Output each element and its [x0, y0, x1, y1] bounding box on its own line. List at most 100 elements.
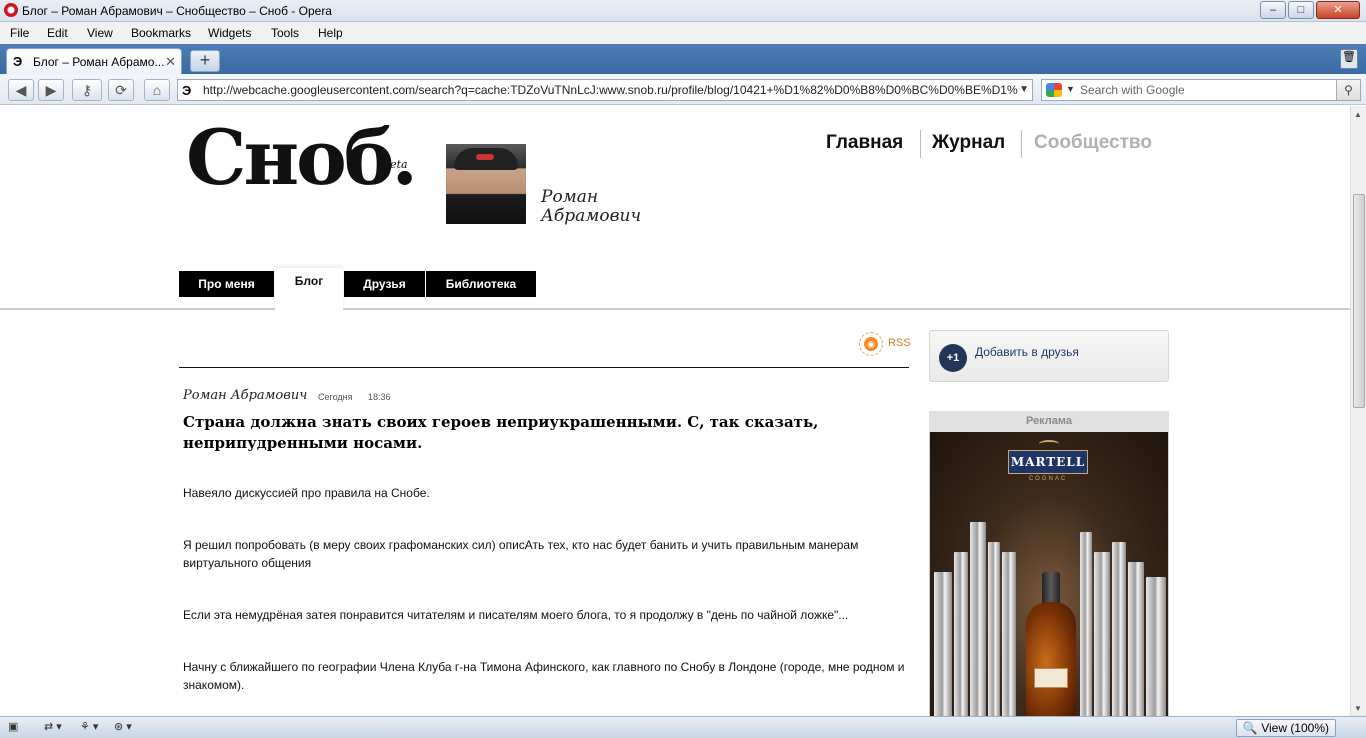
zoom-icon: 🔍 — [1242, 721, 1258, 735]
reload-icon: ⟳ — [115, 82, 127, 98]
topnav-community[interactable]: Сообщество — [1034, 132, 1152, 154]
tab-friends[interactable]: Друзья — [344, 271, 425, 297]
menu-widgets[interactable]: Widgets — [208, 26, 251, 40]
wand-button[interactable]: ⚷ — [72, 79, 102, 101]
ad-pillar — [1094, 552, 1110, 716]
martell-swift-icon — [1039, 440, 1059, 448]
profile-tabs-divider — [0, 308, 1350, 310]
add-friend-icon: +1 — [939, 344, 967, 372]
zoom-control[interactable]: 🔍 View (100%) — [1235, 719, 1336, 737]
browser-tab[interactable]: Э Блог – Роман Абрамо... ✕ — [6, 48, 182, 74]
rss-link[interactable]: RSS — [888, 337, 911, 349]
address-dropdown-icon[interactable]: ▼ — [1019, 84, 1029, 95]
menu-bookmarks[interactable]: Bookmarks — [131, 26, 191, 40]
browser-tab-label: Блог – Роман Абрамо... — [33, 55, 165, 69]
rss-icon[interactable]: ◉ — [859, 332, 883, 356]
ad-pillar — [954, 552, 968, 716]
close-window-button[interactable]: ✕ — [1316, 1, 1360, 19]
panel-toggle-icon[interactable]: ▣ — [8, 720, 18, 733]
scroll-down-icon[interactable]: ▼ — [1354, 704, 1362, 713]
menu-tools[interactable]: Tools — [271, 26, 299, 40]
post-paragraph: Навеяло дискуссией про правила на Снобе. — [183, 486, 430, 500]
back-button[interactable]: ◀ — [8, 79, 34, 101]
ad-pillar — [1112, 542, 1126, 716]
maximize-button[interactable]: □ — [1288, 1, 1314, 19]
tab-about[interactable]: Про меня — [179, 271, 274, 297]
scroll-up-icon[interactable]: ▲ — [1354, 110, 1362, 119]
add-friend-button[interactable]: +1 Добавить в друзья — [929, 330, 1169, 382]
post-author[interactable]: Роман Абрамович — [183, 388, 307, 403]
post-time: 18:36 — [368, 392, 391, 402]
ad-pillar — [970, 522, 986, 716]
trash-icon[interactable]: 🗑 — [1340, 49, 1358, 69]
post-paragraph: Начну с ближайшего по географии Члена Кл… — [183, 660, 905, 692]
search-field[interactable]: ▼ Search with Google ⚲ — [1041, 79, 1361, 101]
post-paragraph: Я решил попробовать (в меру своих графом… — [183, 538, 859, 570]
tab-library[interactable]: Библиотека — [426, 271, 536, 297]
google-icon[interactable] — [1046, 83, 1062, 97]
avatar-cap-logo — [476, 154, 494, 160]
profile-first-name: Роман — [541, 187, 599, 207]
ad-pillar — [988, 542, 1000, 716]
forward-button[interactable]: ▶ — [38, 79, 64, 101]
menu-bar: File Edit View Bookmarks Widgets Tools H… — [0, 22, 1366, 44]
reload-button[interactable]: ⟳ — [108, 79, 134, 101]
sync-icon[interactable]: ⇄ ▾ — [44, 720, 62, 733]
ad-pillar — [1002, 552, 1016, 716]
ad-pillar — [1080, 532, 1092, 716]
ad-pillar — [1146, 577, 1166, 716]
address-toolbar: ◀ ▶ ⚷ ⟳ ⌂ Э http://webcache.googleuserco… — [0, 74, 1366, 105]
page-viewport: Сноб. Beta Роман Абрамович Главная Журна… — [0, 106, 1350, 716]
menu-view[interactable]: View — [87, 26, 113, 40]
post-divider — [179, 367, 909, 368]
home-button[interactable]: ⌂ — [144, 79, 170, 101]
window-title: Блог – Роман Абрамович – Снобщество – Сн… — [22, 4, 332, 18]
new-tab-button[interactable]: + — [190, 50, 220, 72]
opera-logo-icon — [4, 3, 18, 17]
logo-beta-label: Beta — [382, 158, 408, 171]
cognac-bottle — [1026, 602, 1076, 716]
key-icon: ⚷ — [81, 82, 93, 98]
post-paragraph: Если эта немудрёная затея понравится чит… — [183, 608, 849, 622]
topnav-divider — [920, 130, 921, 158]
topnav-home[interactable]: Главная — [826, 132, 903, 154]
forward-arrow-icon: ▶ — [45, 82, 57, 98]
ad-pillar — [934, 572, 952, 716]
back-arrow-icon: ◀ — [15, 82, 27, 98]
search-placeholder: Search with Google — [1080, 83, 1185, 97]
topnav-journal[interactable]: Журнал — [932, 132, 1005, 154]
search-icon[interactable]: ⚲ — [1336, 80, 1360, 100]
post-date: Сегодня — [318, 392, 353, 402]
avatar[interactable] — [446, 144, 526, 224]
cognac-bottle-neck — [1042, 572, 1060, 606]
menu-help[interactable]: Help — [318, 26, 343, 40]
add-friend-label: Добавить в друзья — [975, 345, 1079, 359]
rss-feed-glyph: ◉ — [864, 337, 878, 351]
snob-favicon-icon: Э — [13, 54, 23, 69]
page-scrollbar[interactable]: ▲ ▼ — [1350, 106, 1366, 716]
address-field[interactable]: Э http://webcache.googleusercontent.com/… — [177, 79, 1033, 101]
search-engine-dropdown-icon[interactable]: ▼ — [1066, 84, 1075, 94]
scrollbar-thumb[interactable] — [1353, 194, 1365, 408]
minimize-button[interactable]: – — [1260, 1, 1286, 19]
turbo-icon[interactable]: ⊛ ▾ — [114, 720, 132, 733]
menu-file[interactable]: File — [10, 26, 29, 40]
martell-ad-banner[interactable]: MARTELL COGNAC — [929, 432, 1169, 716]
ad-pillar — [1128, 562, 1144, 716]
martell-logo: MARTELL — [1008, 450, 1088, 474]
url-text: http://webcache.googleusercontent.com/se… — [203, 83, 1018, 97]
cognac-bottle-label — [1034, 668, 1068, 688]
topnav-divider — [1021, 130, 1022, 158]
profile-last-name: Абрамович — [541, 206, 642, 226]
menu-edit[interactable]: Edit — [47, 26, 68, 40]
unite-icon[interactable]: ⚘ ▾ — [80, 720, 98, 733]
post-title[interactable]: Страна должна знать своих героев неприук… — [183, 412, 823, 454]
profile-name[interactable]: Роман Абрамович — [541, 188, 641, 226]
close-tab-icon[interactable]: ✕ — [165, 54, 176, 70]
martell-subtitle: COGNAC — [1028, 476, 1068, 482]
snob-logo[interactable]: Сноб. — [186, 118, 418, 198]
tab-bar: Э Блог – Роман Абрамо... ✕ + 🗑 — [0, 44, 1366, 74]
status-bar: ▣ ⇄ ▾ ⚘ ▾ ⊛ ▾ 🔍 View (100%) — [0, 716, 1366, 738]
tab-blog[interactable]: Блог — [275, 268, 343, 310]
ad-heading: Реклама — [929, 411, 1169, 432]
